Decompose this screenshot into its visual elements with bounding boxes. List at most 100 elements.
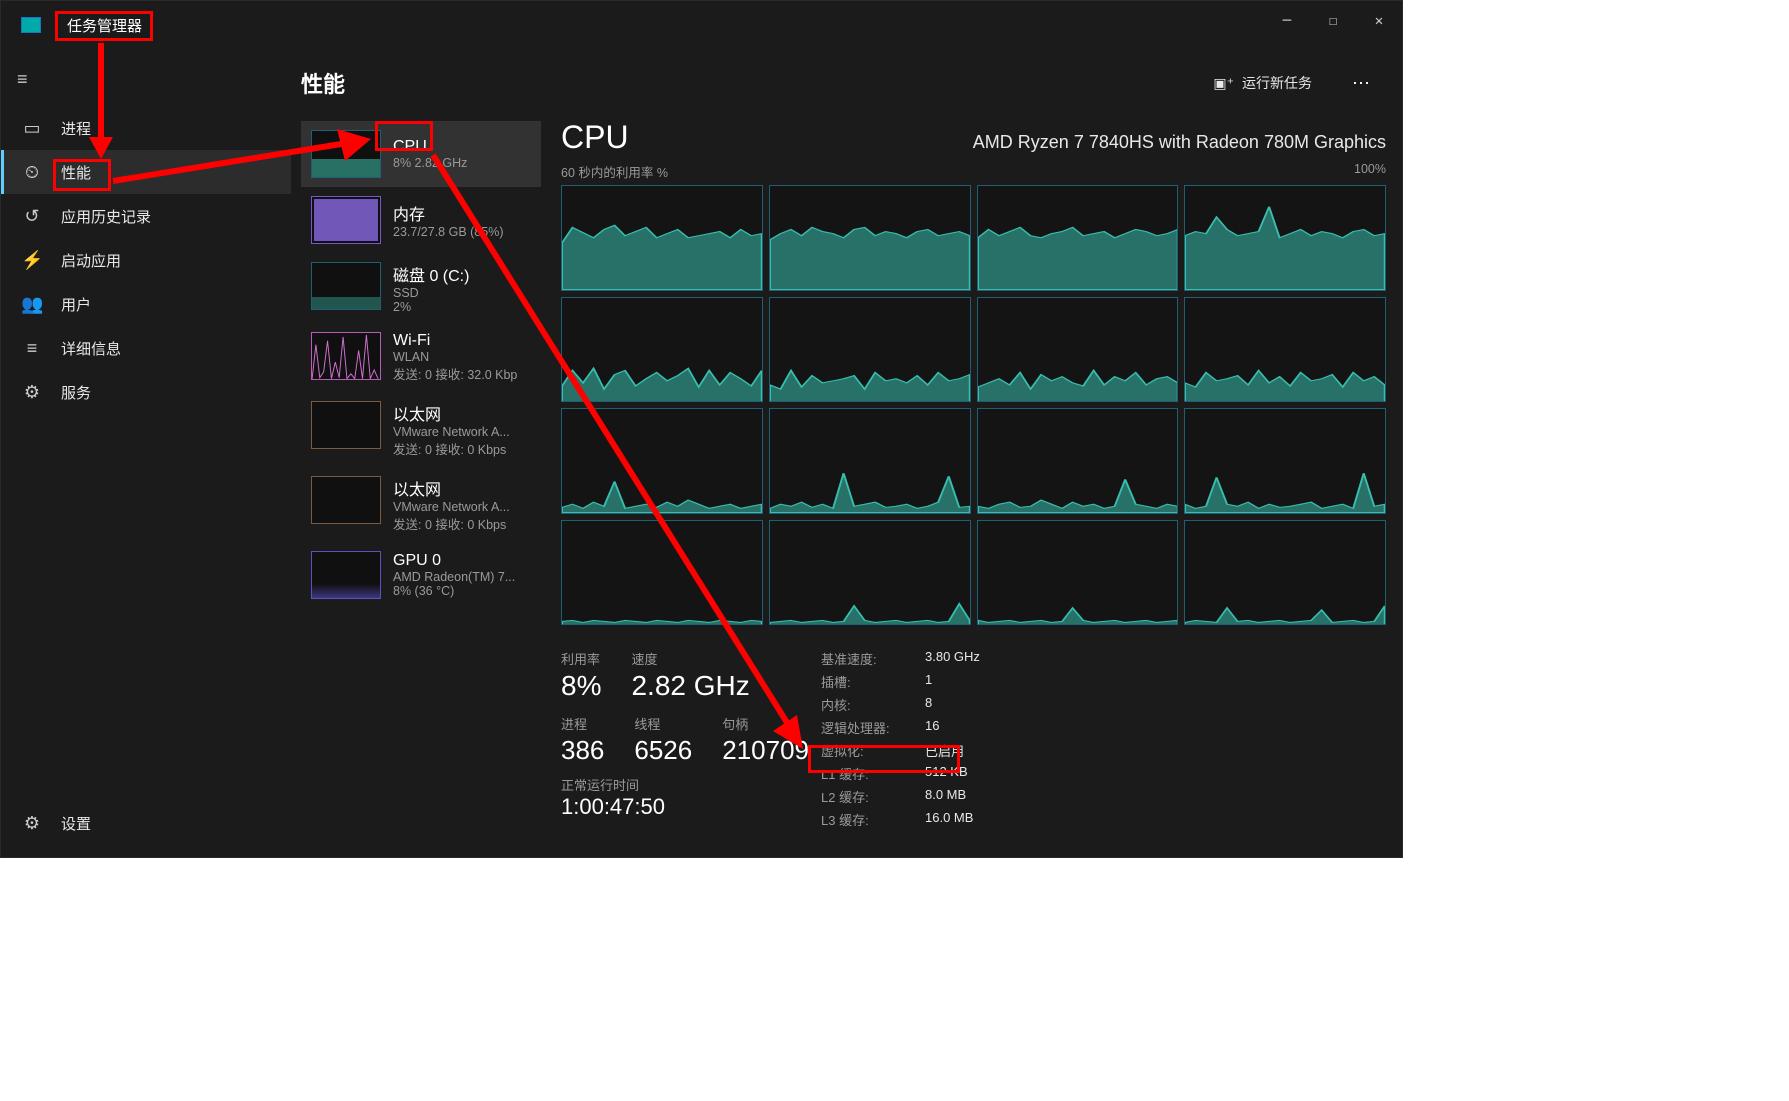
sidebar-item-settings[interactable]: ⚙ 设置 (1, 801, 291, 845)
sidebar-item-label: 启动应用 (61, 250, 121, 271)
hamburger-button[interactable]: ≡ (1, 61, 291, 98)
page-header: 性能 ▣⁺ 运行新任务 ⋯ (301, 59, 1378, 107)
sidebar-item-label: 进程 (61, 118, 91, 139)
mini-item-cpu[interactable]: CPU 8% 2.82 GHz (301, 121, 541, 187)
core-graph (561, 408, 763, 514)
mini-item-ethernet-2[interactable]: 以太网 VMware Network A... 发送: 0 接收: 0 Kbps (301, 467, 541, 542)
mini-gpu-thumb (311, 551, 381, 599)
mini-sub: WLAN (393, 350, 517, 364)
spec-val: 8.0 MB (925, 787, 995, 810)
cpu-spec-table: 基准速度:3.80 GHz 插槽:1 内核:8 逻辑处理器:16 虚拟化:已启用… (821, 649, 995, 833)
mini-title: 以太网 (393, 476, 510, 500)
core-graph (769, 408, 971, 514)
mini-item-gpu[interactable]: GPU 0 AMD Radeon(TM) 7... 8% (36 °C) (301, 542, 541, 608)
page-title: 性能 (301, 67, 345, 99)
sidebar-item-services[interactable]: ⚙ 服务 (1, 370, 291, 414)
sidebar-item-app-history[interactable]: ↺ 应用历史记录 (1, 194, 291, 238)
task-manager-window: 任务管理器 ─ ☐ ✕ ≡ ▭ 进程 ⏲ 性能 ↺ 应用历史记录 (0, 0, 1403, 858)
stat-value: 2.82 GHz (631, 670, 749, 702)
details-icon: ≡ (21, 338, 43, 359)
sidebar-item-label: 应用历史记录 (61, 206, 151, 227)
maximize-button[interactable]: ☐ (1310, 1, 1356, 41)
mini-sub: 23.7/27.8 GB (85%) (393, 225, 503, 239)
mini-item-disk[interactable]: 磁盘 0 (C:) SSD 2% (301, 253, 541, 323)
window-title: 任务管理器 (59, 13, 150, 38)
mini-sub2: 发送: 0 接收: 0 Kbps (393, 439, 510, 458)
processes-icon: ▭ (21, 118, 43, 139)
spec-val: 512 KB (925, 764, 995, 787)
stat-value: 8% (561, 670, 601, 702)
run-task-label: 运行新任务 (1242, 73, 1312, 93)
mini-item-wifi[interactable]: Wi-Fi WLAN 发送: 0 接收: 32.0 Kbp (301, 323, 541, 392)
spec-key: L3 缓存: (821, 810, 901, 833)
sidebar-item-details[interactable]: ≡ 详细信息 (1, 326, 291, 370)
uptime-value: 1:00:47:50 (561, 794, 665, 820)
sidebar-item-label: 性能 (61, 162, 91, 183)
core-graph (977, 185, 1179, 291)
run-new-task-button[interactable]: ▣⁺ 运行新任务 (1205, 69, 1320, 97)
cpu-heading: CPU (561, 119, 629, 156)
mini-sub: AMD Radeon(TM) 7... (393, 570, 515, 584)
core-graph (1184, 520, 1386, 626)
core-graph (561, 185, 763, 291)
core-graph (977, 520, 1179, 626)
axis-right-label: 100% (1354, 162, 1386, 181)
mini-title: GPU 0 (393, 552, 515, 570)
app-icon (21, 17, 41, 33)
core-graph (769, 520, 971, 626)
close-button[interactable]: ✕ (1356, 1, 1402, 41)
spec-val: 已启用 (925, 741, 995, 764)
mini-sub: VMware Network A... (393, 500, 510, 514)
history-icon: ↺ (21, 206, 43, 227)
mini-sub2: 2% (393, 300, 469, 314)
core-graph (1184, 408, 1386, 514)
mini-item-memory[interactable]: 内存 23.7/27.8 GB (85%) (301, 187, 541, 253)
core-graph (977, 408, 1179, 514)
mini-eth-thumb (311, 401, 381, 449)
core-graph (1184, 297, 1386, 403)
minimize-button[interactable]: ─ (1264, 1, 1310, 41)
sidebar-item-label: 服务 (61, 382, 91, 403)
spec-val: 1 (925, 672, 995, 695)
sidebar-item-users[interactable]: 👥 用户 (1, 282, 291, 326)
mini-title: 内存 (393, 201, 503, 225)
cpu-panel: CPU AMD Ryzen 7 7840HS with Radeon 780M … (561, 119, 1386, 857)
core-graph (769, 297, 971, 403)
sidebar-item-label: 用户 (61, 294, 91, 315)
mini-sub2: 发送: 0 接收: 0 Kbps (393, 514, 510, 533)
sidebar-item-startup[interactable]: ⚡ 启动应用 (1, 238, 291, 282)
uptime-label: 正常运行时间 (561, 775, 665, 794)
spec-key: 基准速度: (821, 649, 901, 672)
core-graph-grid[interactable] (561, 185, 1386, 625)
sidebar-item-processes[interactable]: ▭ 进程 (1, 106, 291, 150)
core-graph (561, 520, 763, 626)
stat-label: 速度 (631, 649, 749, 668)
spec-key: 虚拟化: (821, 741, 901, 764)
mini-title: 磁盘 0 (C:) (393, 262, 469, 286)
axis-left-label: 60 秒内的利用率 % (561, 162, 668, 181)
sidebar-item-performance[interactable]: ⏲ 性能 (1, 150, 291, 194)
mini-title: CPU (393, 138, 467, 156)
spec-val: 3.80 GHz (925, 649, 995, 672)
mini-title: Wi-Fi (393, 332, 517, 350)
stat-value: 6526 (634, 735, 692, 766)
title-bar: 任务管理器 ─ ☐ ✕ (1, 1, 1402, 49)
sidebar-item-label: 设置 (61, 813, 91, 834)
spec-val: 8 (925, 695, 995, 718)
stat-value: 386 (561, 735, 604, 766)
spec-key: 内核: (821, 695, 901, 718)
startup-icon: ⚡ (21, 250, 43, 271)
mini-sub: SSD (393, 286, 469, 300)
mini-wifi-thumb (311, 332, 381, 380)
spec-val: 16.0 MB (925, 810, 995, 833)
mini-item-ethernet-1[interactable]: 以太网 VMware Network A... 发送: 0 接收: 0 Kbps (301, 392, 541, 467)
mini-memory-thumb (311, 196, 381, 244)
uptime-block: 正常运行时间 1:00:47:50 (561, 775, 665, 820)
stat-value: 210709 (722, 735, 809, 766)
gear-icon: ⚙ (21, 813, 43, 834)
mini-sub: 8% 2.82 GHz (393, 156, 467, 170)
sidebar-item-label: 详细信息 (61, 338, 121, 359)
more-button[interactable]: ⋯ (1344, 69, 1378, 98)
stat-label: 句柄 (722, 714, 809, 733)
stat-label: 利用率 (561, 649, 601, 668)
